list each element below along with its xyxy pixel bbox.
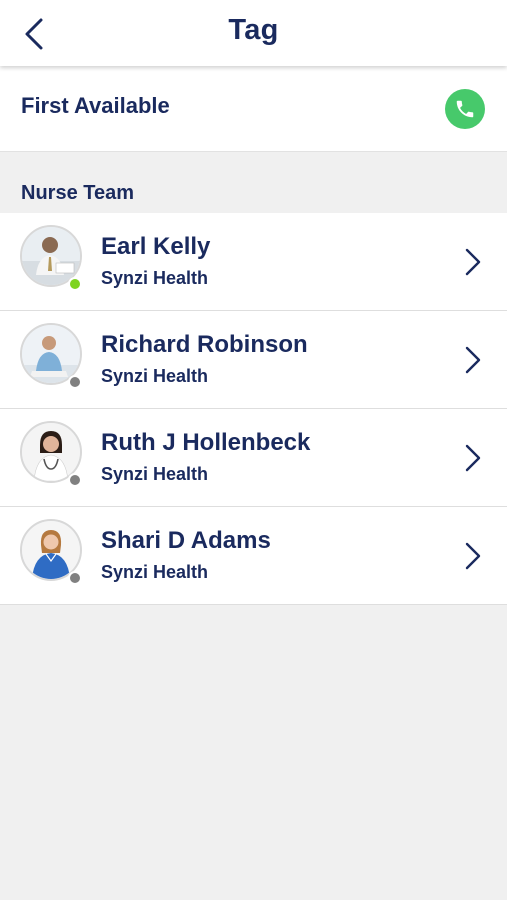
- chevron-right-icon: [465, 542, 481, 570]
- chevron-right-icon: [465, 346, 481, 374]
- online-status-indicator: [68, 277, 82, 291]
- page-title: Tag: [228, 14, 279, 46]
- contact-org: Synzi Health: [101, 268, 209, 288]
- chevron-right-icon: [465, 248, 481, 276]
- contact-org: Synzi Health: [101, 562, 209, 582]
- contact-row[interactable]: Shari D Adams Synzi Health: [0, 507, 507, 605]
- section-header-nurse-team: Nurse Team: [21, 182, 135, 204]
- contact-name: Shari D Adams: [101, 527, 271, 554]
- avatar-container: [20, 421, 82, 487]
- contact-row[interactable]: Earl Kelly Synzi Health: [0, 213, 507, 311]
- offline-status-indicator: [68, 473, 82, 487]
- contact-org: Synzi Health: [101, 464, 209, 484]
- avatar-container: [20, 519, 82, 585]
- offline-status-indicator: [68, 375, 82, 389]
- avatar-container: [20, 323, 82, 389]
- contact-name: Ruth J Hollenbeck: [101, 429, 311, 456]
- contact-name: Richard Robinson: [101, 331, 308, 358]
- contact-org: Synzi Health: [101, 366, 209, 386]
- first-available-label: First Available: [21, 93, 170, 118]
- contact-row[interactable]: Richard Robinson Synzi Health: [0, 311, 507, 409]
- first-available-row[interactable]: First Available: [0, 66, 507, 152]
- avatar-container: [20, 225, 82, 291]
- header-bar: Tag: [0, 0, 507, 66]
- call-button[interactable]: [445, 89, 485, 129]
- chevron-right-icon: [465, 444, 481, 472]
- contact-name: Earl Kelly: [101, 233, 211, 260]
- contact-row[interactable]: Ruth J Hollenbeck Synzi Health: [0, 409, 507, 507]
- phone-icon: [456, 100, 474, 118]
- contact-list: Earl Kelly Synzi Health Richard Robinson…: [0, 213, 507, 605]
- offline-status-indicator: [68, 571, 82, 585]
